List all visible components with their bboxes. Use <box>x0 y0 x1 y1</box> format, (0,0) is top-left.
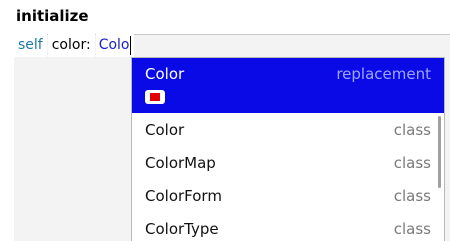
completion-item-selected[interactable]: Color replacement <box>132 58 444 113</box>
color-swatch-icon <box>145 90 165 104</box>
completion-item-kind: class <box>393 219 431 238</box>
typed-token[interactable]: Colo <box>95 34 135 57</box>
method-title: initialize <box>16 7 89 25</box>
completion-item[interactable]: ColorType class <box>132 212 444 241</box>
completion-item-label: Color <box>145 120 185 139</box>
code-line[interactable]: self color: Colo <box>14 34 135 57</box>
typed-text: Colo <box>98 37 130 53</box>
editor-window: initialize self color: Colo Color replac… <box>0 0 450 241</box>
completion-item[interactable]: Color class <box>132 113 444 146</box>
completion-item-label: ColorMap <box>145 153 216 172</box>
text-cursor <box>130 35 132 55</box>
color-swatch-fill <box>150 93 160 101</box>
completion-item-label: ColorForm <box>145 186 222 205</box>
completion-item-label: ColorType <box>145 219 219 238</box>
completion-item-kind: class <box>393 120 431 139</box>
completion-item-label: Color <box>145 65 185 83</box>
completion-scrollbar[interactable] <box>438 116 441 188</box>
completion-item-kind: replacement <box>336 65 431 83</box>
completion-popup[interactable]: Color replacement Color class ColorMap c… <box>131 57 445 241</box>
keyword-token[interactable]: color: <box>47 34 95 57</box>
completion-item[interactable]: ColorMap class <box>132 146 444 179</box>
completion-item-kind: class <box>393 186 431 205</box>
completion-item[interactable]: ColorForm class <box>132 179 444 212</box>
completion-item-kind: class <box>393 153 431 172</box>
self-token[interactable]: self <box>14 34 47 57</box>
